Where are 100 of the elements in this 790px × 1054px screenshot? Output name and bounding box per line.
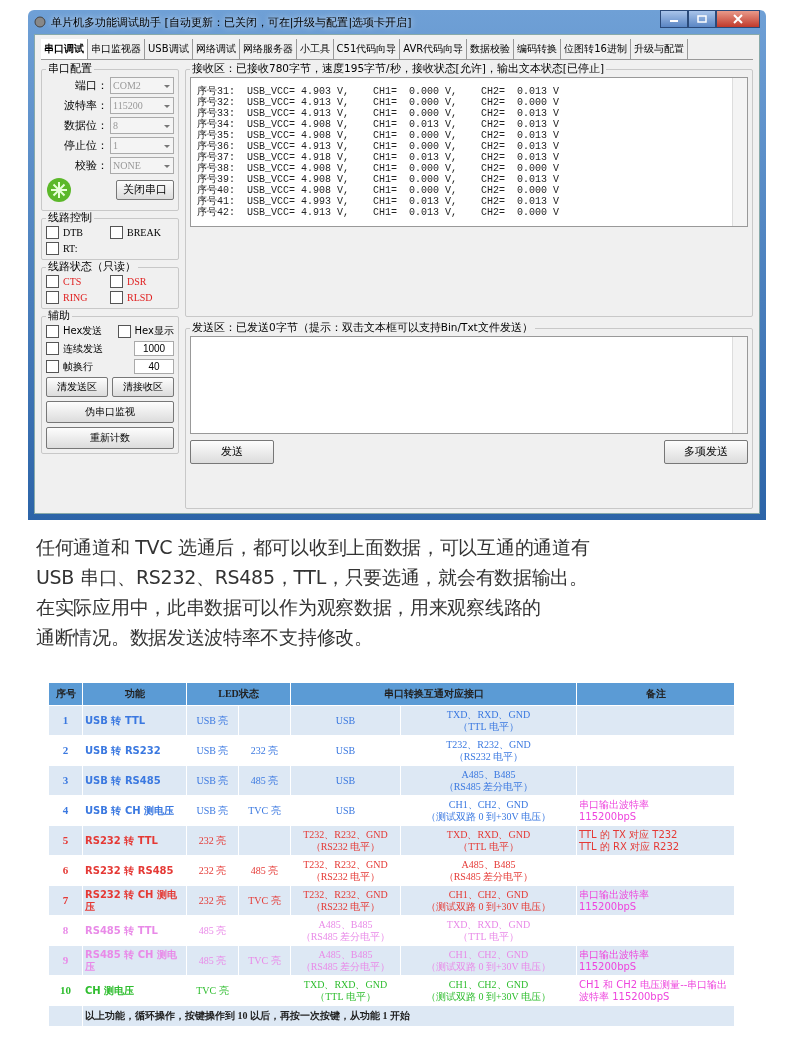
table-cell: T232、R232、GND （RS232 电平） <box>290 825 401 856</box>
group-title: 串口配置 <box>47 62 93 76</box>
field-label: 数据位： <box>64 118 108 133</box>
checkbox-label: Hex显示 <box>134 324 174 338</box>
column-header: 序号 <box>48 682 83 706</box>
checkbox-label: BREAK <box>127 227 161 238</box>
log-line: 序号38: USB_VCC= 4.908 V, CH1= 0.000 V, CH2= 0.000 V <box>197 163 561 174</box>
app-icon <box>34 16 46 28</box>
log-line: 序号40: USB_VCC= 4.908 V, CH1= 0.000 V, CH2= 0.000 V <box>197 185 561 196</box>
log-line: 序号36: USB_VCC= 4.913 V, CH1= 0.000 V, CH2= 0.013 V <box>197 141 561 152</box>
table-cell: TVC 亮 <box>238 945 291 976</box>
field-label: 停止位： <box>64 138 108 153</box>
table-cell: 3 <box>48 765 83 796</box>
checkbox-label: RING <box>63 292 88 303</box>
table-cell: 232 亮 <box>186 825 239 856</box>
table-cell: USB 转 TTL <box>82 705 187 736</box>
table-cell: CH1、CH2、GND （测试双路 0 到+30V 电压） <box>400 885 577 916</box>
log-line: 序号42: USB_VCC= 4.913 V, CH1= 0.013 V, CH2= 0.000 V <box>197 207 561 218</box>
column-header: 功能 <box>82 682 187 706</box>
table-cell: USB <box>290 705 401 736</box>
table-cell: 7 <box>48 885 83 916</box>
checkbox[interactable] <box>110 275 123 288</box>
checkbox[interactable] <box>46 291 59 304</box>
action-button[interactable]: 重新计数 <box>46 427 174 449</box>
table-cell: RS232 转 CH 测电压 <box>82 885 187 916</box>
log-line: 序号34: USB_VCC= 4.908 V, CH1= 0.013 V, CH2= 0.013 V <box>197 119 561 130</box>
group-title: 接收区：已接收780字节，速度195字节/秒，接收状态[允许]，输出文本状态[已停止] <box>191 62 605 76</box>
checkbox[interactable] <box>46 226 59 239</box>
group-title: 发送区：已发送0字节（提示：双击文本框可以支持Bin/Txt文件发送） <box>191 321 534 335</box>
minimize-button[interactable] <box>660 10 688 28</box>
log-line: 序号39: USB_VCC= 4.908 V, CH1= 0.000 V, CH2= 0.013 V <box>197 174 561 185</box>
window-title: 单片机多功能调试助手 [自动更新：已关闭，可在|升级与配置|选项卡开启] <box>51 14 412 30</box>
checkbox[interactable] <box>46 360 59 373</box>
tab[interactable]: USB调试 <box>145 39 193 59</box>
close-port-button[interactable]: 关闭串口 <box>116 180 174 200</box>
checkbox[interactable] <box>110 291 123 304</box>
table-cell: 1 <box>48 705 83 736</box>
scrollbar[interactable] <box>732 78 747 226</box>
tab[interactable]: 位图转16进制 <box>561 39 631 59</box>
checkbox[interactable] <box>46 324 59 338</box>
table-cell: USB 亮 <box>186 705 239 736</box>
receive-text-area[interactable] <box>190 77 748 227</box>
status-light-icon <box>46 177 72 203</box>
checkbox[interactable] <box>110 226 123 239</box>
checkbox[interactable] <box>117 324 131 338</box>
action-button[interactable]: 伪串口监视 <box>46 401 174 423</box>
maximize-icon <box>697 15 707 23</box>
field-label: 波特率： <box>64 98 108 113</box>
checkbox[interactable] <box>46 342 59 355</box>
checkbox-label: 连续发送 <box>63 341 103 356</box>
group-title: 线路状态（只读） <box>47 260 137 274</box>
close-button[interactable] <box>716 10 760 28</box>
table-cell: RS485 转 CH 测电压 <box>82 945 187 976</box>
column-header: 备注 <box>576 682 735 706</box>
table-cell: USB 亮 <box>186 765 239 796</box>
tab[interactable]: AVR代码向导 <box>400 39 468 59</box>
table-cell: 485 亮 <box>186 945 239 976</box>
log-line: 序号35: USB_VCC= 4.908 V, CH1= 0.000 V, CH2= 0.013 V <box>197 130 561 141</box>
tab[interactable]: 升级与配置 <box>631 39 688 59</box>
table-cell: TXD、RXD、GND （TTL 电平） <box>400 705 577 736</box>
scrollbar[interactable] <box>732 337 747 433</box>
action-button[interactable]: 清接收区 <box>112 377 174 397</box>
checkbox[interactable] <box>46 242 59 255</box>
description-line: 通断情况。数据发送波特率不支持修改。 <box>36 625 374 650</box>
group-title: 线路控制 <box>47 211 93 225</box>
tab[interactable]: 数据校验 <box>467 39 515 59</box>
send-button[interactable]: 多项发送 <box>664 440 748 464</box>
field-label: 端口： <box>75 78 108 93</box>
table-cell: 串口输出波特率 115200bpS <box>576 885 735 916</box>
description-line: 在实际应用中，此串数据可以作为观察数据，用来观察线路的 <box>36 595 542 620</box>
checkbox[interactable] <box>46 275 59 288</box>
interval-field[interactable]: 1000 <box>134 341 174 356</box>
table-cell: TVC 亮 <box>238 885 291 916</box>
tab[interactable]: 编码转换 <box>514 39 562 59</box>
send-button[interactable]: 发送 <box>190 440 274 464</box>
table-cell: A485、B485 （RS485 差分电平） <box>400 765 577 796</box>
table-cell: 串口输出波特率 115200bpS <box>576 945 735 976</box>
tab[interactable]: 串口调试 <box>41 39 88 59</box>
send-text-area[interactable] <box>190 336 748 434</box>
table-cell: 485 亮 <box>238 765 291 796</box>
table-cell: USB <box>290 765 401 796</box>
maximize-button[interactable] <box>688 10 716 28</box>
log-line: 序号32: USB_VCC= 4.913 V, CH1= 0.000 V, CH2= 0.000 V <box>197 97 561 108</box>
column-header: LED状态 <box>186 682 291 706</box>
table-cell: RS232 转 TTL <box>82 825 187 856</box>
column-header: 串口转换互通对应接口 <box>290 682 577 706</box>
checkbox-label: RLSD <box>127 292 153 303</box>
log-line: 序号33: USB_VCC= 4.913 V, CH1= 0.000 V, CH2= 0.013 V <box>197 108 561 119</box>
action-button[interactable]: 清发送区 <box>46 377 108 397</box>
description-line: 任何通道和 TVC 选通后，都可以收到上面数据，可以互通的通道有 <box>36 535 591 560</box>
checkbox-label: DSR <box>127 276 147 287</box>
table-cell: TTL 的 TX 对应 T232 TTL 的 RX 对应 R232 <box>576 825 735 856</box>
table-cell: USB 转 RS485 <box>82 765 187 796</box>
frame-length-field[interactable]: 40 <box>134 359 174 374</box>
checkbox-label: 帧换行 <box>63 359 93 374</box>
table-cell: T232、R232、GND （RS232 电平） <box>290 885 401 916</box>
checkbox-label: CTS <box>63 276 82 287</box>
checkbox-label: RT: <box>63 243 78 254</box>
log-line: 序号37: USB_VCC= 4.918 V, CH1= 0.013 V, CH2= 0.013 V <box>197 152 561 163</box>
table-cell: TXD、RXD、GND （TTL 电平） <box>400 825 577 856</box>
